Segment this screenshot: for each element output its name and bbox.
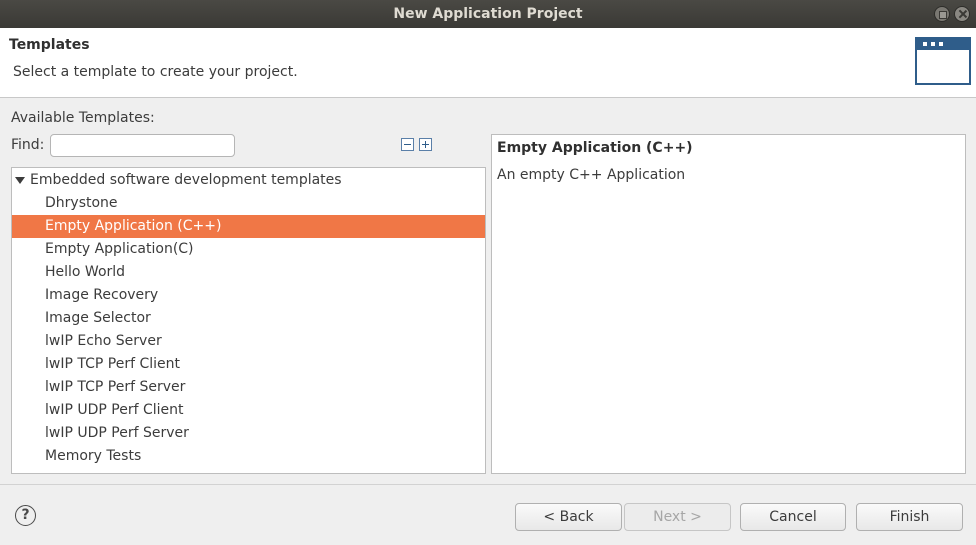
window-titlebar: New Application Project	[0, 0, 976, 28]
tree-item-memory-tests[interactable]: Memory Tests	[12, 445, 485, 468]
tree-item-label: Dhrystone	[45, 195, 118, 211]
tree-item-label: lwIP TCP Perf Client	[45, 356, 180, 372]
help-icon[interactable]: ?	[15, 505, 36, 526]
find-label: Find:	[11, 137, 45, 153]
page-description: Select a template to create your project…	[13, 64, 298, 80]
window-title: New Application Project	[393, 6, 583, 22]
close-window-icon[interactable]	[954, 6, 970, 22]
templates-tree[interactable]: Embedded software development templates …	[11, 167, 486, 474]
tree-item-label: lwIP Echo Server	[45, 333, 162, 349]
tree-item-label: Image Recovery	[45, 287, 159, 303]
expand-all-icon[interactable]	[419, 138, 432, 151]
find-input[interactable]	[50, 134, 235, 157]
tree-item-lwip-udp-perf-client[interactable]: lwIP UDP Perf Client	[12, 399, 485, 422]
tree-item-lwip-echo-server[interactable]: lwIP Echo Server	[12, 330, 485, 353]
tree-item-lwip-tcp-perf-client[interactable]: lwIP TCP Perf Client	[12, 353, 485, 376]
tree-item-lwip-tcp-perf-server[interactable]: lwIP TCP Perf Server	[12, 376, 485, 399]
template-description-panel: Empty Application (C++) An empty C++ App…	[491, 134, 966, 474]
tree-item-label: lwIP TCP Perf Server	[45, 379, 186, 395]
tree-item-dhrystone[interactable]: Dhrystone	[12, 192, 485, 215]
cancel-button[interactable]: Cancel	[740, 503, 846, 531]
expand-caret-icon[interactable]	[15, 177, 25, 184]
template-description-text: An empty C++ Application	[497, 167, 686, 183]
available-templates-label: Available Templates:	[11, 110, 155, 126]
tree-item-label: Empty Application(C)	[45, 241, 194, 257]
tree-item-label: lwIP UDP Perf Client	[45, 402, 184, 418]
tree-item-label: Memory Tests	[45, 448, 142, 464]
tree-item-hello-world[interactable]: Hello World	[12, 261, 485, 284]
footer-divider	[0, 484, 976, 485]
tree-item-label: lwIP UDP Perf Server	[45, 425, 189, 441]
collapse-all-icon[interactable]	[401, 138, 414, 151]
wizard-window-icon	[915, 37, 971, 85]
back-button[interactable]: < Back	[515, 503, 622, 531]
tree-item-image-recovery[interactable]: Image Recovery	[12, 284, 485, 307]
page-title: Templates	[9, 37, 90, 53]
restore-window-icon[interactable]	[934, 6, 950, 22]
finish-button[interactable]: Finish	[856, 503, 963, 531]
next-button[interactable]: Next >	[624, 503, 731, 531]
tree-item-label: Image Selector	[45, 310, 151, 326]
tree-item-empty-application-c[interactable]: Empty Application(C)	[12, 238, 485, 261]
tree-item-label: Hello World	[45, 264, 126, 280]
tree-root-embedded-templates[interactable]: Embedded software development templates	[12, 169, 485, 192]
tree-item-lwip-udp-perf-server[interactable]: lwIP UDP Perf Server	[12, 422, 485, 445]
tree-item-empty-application-cpp[interactable]: Empty Application (C++)	[12, 215, 485, 238]
tree-item-label: Empty Application (C++)	[45, 218, 222, 234]
tree-item-image-selector[interactable]: Image Selector	[12, 307, 485, 330]
template-description-title: Empty Application (C++)	[497, 140, 693, 156]
tree-root-label: Embedded software development templates	[30, 172, 342, 188]
wizard-header: Templates Select a template to create yo…	[0, 28, 976, 98]
